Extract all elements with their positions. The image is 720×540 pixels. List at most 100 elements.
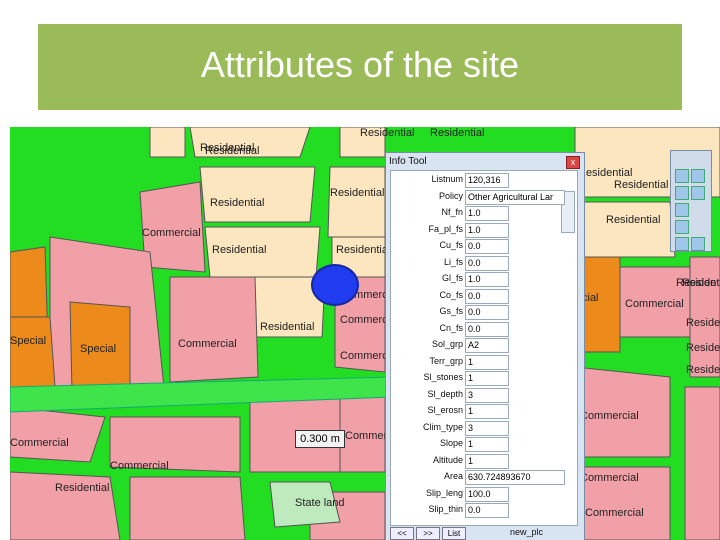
parcel-commercial — [169, 276, 259, 383]
site-marker[interactable] — [311, 264, 359, 306]
attribute-row: Listnum 120,316 — [391, 173, 571, 188]
map-label: Commercial — [178, 338, 237, 350]
attribute-value[interactable]: A2 — [465, 338, 509, 353]
attribute-row: Slip_leng 100.0 — [391, 486, 571, 502]
map-label: Special — [10, 335, 47, 347]
attribute-row: Li_fs 0.0 — [391, 255, 571, 271]
attribute-row: Clim_type 3 — [391, 420, 571, 436]
map-label: Residential — [606, 214, 661, 226]
attribute-row: Fa_pl_fs 1.0 — [391, 222, 571, 238]
attribute-key: Sol_grp — [431, 339, 463, 349]
map-view[interactable]: Residential Residential Residential Resi… — [10, 127, 720, 540]
map-label: Special — [80, 343, 117, 355]
map-label: Reside — [686, 364, 720, 376]
attribute-key: Gs_fs — [439, 306, 463, 316]
attribute-list[interactable]: Listnum 120,316 Policy Other Agricultural L… — [390, 170, 578, 526]
attribute-value[interactable]: 0.0 — [465, 239, 509, 254]
attribute-key: Cn_fs — [439, 322, 463, 333]
attribute-key: Cu_fs — [439, 240, 463, 250]
map-label: Residential — [614, 179, 669, 191]
map-label: Commercial — [625, 298, 684, 310]
attribute-value[interactable]: 3 — [465, 420, 509, 436]
tool-icon[interactable] — [675, 220, 689, 234]
attribute-value[interactable]: 1.0 — [465, 206, 509, 221]
attribute-key: Nf_fn — [441, 207, 463, 217]
map-label: Commercial — [585, 507, 644, 519]
attribute-key: Slip_leng — [425, 487, 463, 498]
info-tool-window[interactable]: Info Tool x Listnum 120,316 Policy Other Ag… — [385, 152, 585, 540]
parcel-residential — [149, 127, 186, 158]
map-label: Commercial — [142, 227, 201, 239]
attribute-key: Gl_fs — [441, 273, 463, 283]
attribute-value[interactable]: 1 — [465, 437, 509, 452]
parcel-commercial — [10, 406, 106, 463]
attribute-value[interactable]: 630.724893670 — [465, 470, 565, 485]
info-footer: << >> List new_plc — [390, 527, 576, 540]
attribute-row: Slip_thin 0.0 — [391, 503, 571, 518]
attribute-value[interactable]: 1.0 — [465, 272, 509, 287]
layer-name: new_plc — [510, 527, 544, 537]
map-label: Residential — [210, 197, 265, 209]
attribute-value[interactable]: 100.0 — [465, 486, 509, 502]
attribute-key: Area — [443, 471, 463, 481]
attribute-row: Slope 1 — [391, 437, 571, 452]
map-label: Residential — [200, 142, 255, 154]
attribute-row: Policy Other Agricultural Lar — [391, 189, 571, 205]
map-label: Residential — [430, 127, 485, 139]
attribute-row: Cn_fs 0.0 — [391, 321, 571, 337]
attribute-key: Altitude — [432, 454, 463, 465]
attribute-value[interactable]: 1 — [465, 354, 509, 370]
map-label: Commercial — [580, 410, 639, 422]
attribute-key: Sl_erosn — [427, 405, 463, 415]
map-label: Commercial — [10, 437, 69, 449]
attribute-row: Co_fs 0.0 — [391, 288, 571, 304]
attribute-value[interactable]: Other Agricultural Lar — [465, 189, 565, 205]
attribute-value[interactable]: 120,316 — [465, 173, 509, 188]
attribute-value[interactable]: 0.0 — [465, 305, 509, 320]
tool-icon[interactable] — [691, 186, 705, 200]
attribute-value[interactable]: 0.0 — [465, 321, 509, 337]
previous-button[interactable]: << — [390, 527, 414, 540]
attribute-value[interactable]: 0.0 — [465, 503, 509, 518]
attribute-row: Cu_fs 0.0 — [391, 239, 571, 254]
attribute-row: Sl_erosn 1 — [391, 404, 571, 419]
map-label: Residential — [330, 187, 385, 199]
tool-icon[interactable] — [675, 203, 689, 217]
list-button[interactable]: List — [442, 527, 466, 540]
attribute-key: Terr_grp — [429, 355, 463, 366]
attribute-row: Gl_fs 1.0 — [391, 272, 571, 287]
map-label: Residential — [336, 244, 391, 256]
parcel-special — [10, 316, 56, 388]
attribute-value[interactable]: 1 — [465, 404, 509, 419]
tool-icon[interactable] — [675, 186, 689, 200]
attribute-key: Slip_thin — [428, 504, 463, 514]
info-tool-title: Info Tool — [389, 156, 427, 167]
attribute-row: Sol_grp A2 — [391, 338, 571, 353]
tool-icon[interactable] — [691, 237, 705, 251]
attribute-value[interactable]: 1.0 — [465, 222, 509, 238]
attribute-row: Area 630.724893670 — [391, 470, 571, 485]
next-button[interactable]: >> — [416, 527, 440, 540]
close-button[interactable]: x — [566, 156, 580, 169]
map-label: Residential — [55, 482, 110, 494]
tool-icon[interactable] — [691, 169, 705, 183]
attribute-value[interactable]: 1 — [465, 371, 509, 386]
tool-icon[interactable] — [675, 237, 689, 251]
attribute-value[interactable]: 0.0 — [465, 288, 509, 304]
attribute-row: Altitude 1 — [391, 453, 571, 469]
attribute-value[interactable]: 0.0 — [465, 255, 509, 271]
parcel-commercial — [129, 476, 246, 540]
attribute-key: Slope — [439, 438, 463, 448]
map-label: Residential — [360, 127, 415, 139]
map-label: Residential — [212, 244, 267, 256]
tool-icon[interactable] — [675, 169, 689, 183]
attribute-value[interactable]: 3 — [465, 387, 509, 403]
attribute-row: Sl_stones 1 — [391, 371, 571, 386]
attribute-key: Sl_stones — [423, 372, 463, 382]
attribute-key: Fa_pl_fs — [428, 223, 463, 234]
attribute-row: Sl_depth 3 — [391, 387, 571, 403]
map-label: Resident — [676, 277, 720, 289]
map-label: Commercial — [580, 472, 639, 484]
map-label: Reside — [686, 317, 720, 329]
attribute-value[interactable]: 1 — [465, 453, 509, 469]
